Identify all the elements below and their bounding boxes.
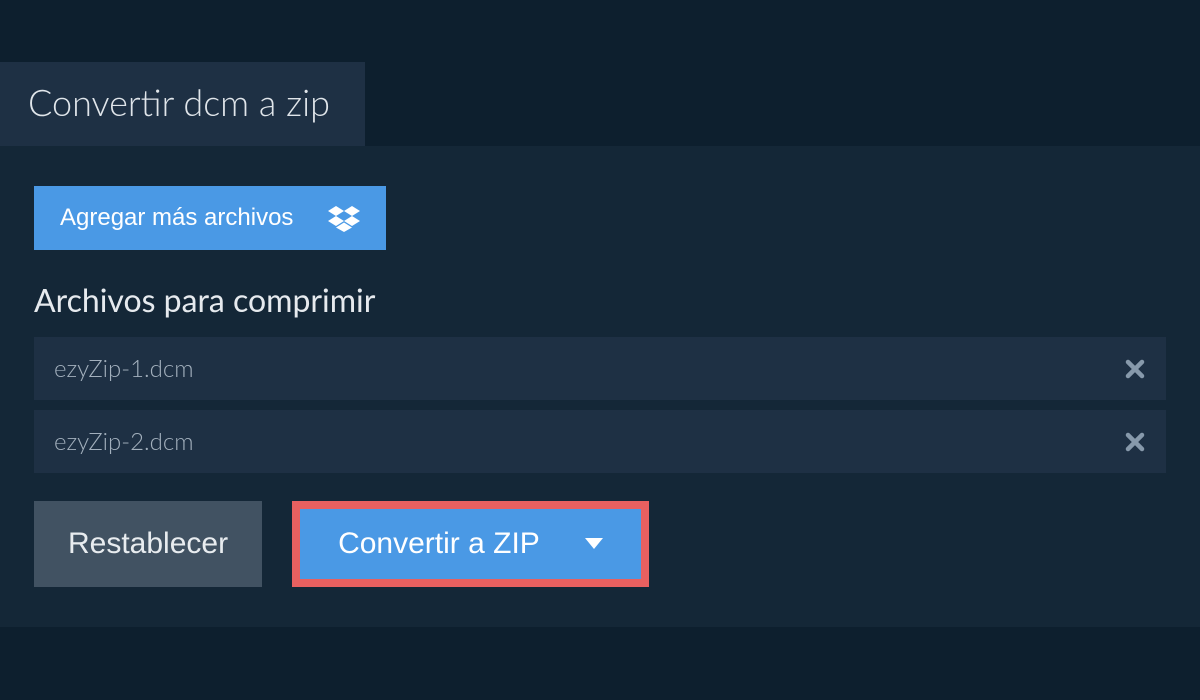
- convert-button-label: Convertir a ZIP: [338, 527, 540, 561]
- convert-to-zip-button[interactable]: Convertir a ZIP: [300, 509, 641, 579]
- remove-file-icon[interactable]: [1124, 431, 1146, 453]
- convert-button-highlight: Convertir a ZIP: [292, 501, 649, 587]
- file-list: ezyZip-1.dcm ezyZip-2.dcm: [34, 337, 1166, 473]
- files-section-heading: Archivos para comprimir: [34, 280, 1166, 319]
- reset-button-label: Restablecer: [68, 527, 228, 560]
- add-more-files-label: Agregar más archivos: [60, 204, 293, 232]
- reset-button[interactable]: Restablecer: [34, 501, 262, 587]
- add-more-files-button[interactable]: Agregar más archivos: [34, 186, 386, 250]
- file-item: ezyZip-1.dcm: [34, 337, 1166, 400]
- file-name: ezyZip-2.dcm: [54, 427, 194, 456]
- files-section-heading-text: Archivos para comprimir: [34, 280, 375, 319]
- tab-title-text: Convertir dcm a zip: [28, 80, 330, 124]
- chevron-down-icon: [585, 538, 603, 550]
- tab-title: Convertir dcm a zip: [0, 62, 365, 146]
- file-item: ezyZip-2.dcm: [34, 410, 1166, 473]
- content-panel: Agregar más archivos Archivos para compr…: [0, 146, 1200, 627]
- remove-file-icon[interactable]: [1124, 358, 1146, 380]
- dropbox-icon: [328, 204, 360, 232]
- action-buttons-row: Restablecer Convertir a ZIP: [34, 501, 1166, 587]
- file-name: ezyZip-1.dcm: [54, 354, 194, 383]
